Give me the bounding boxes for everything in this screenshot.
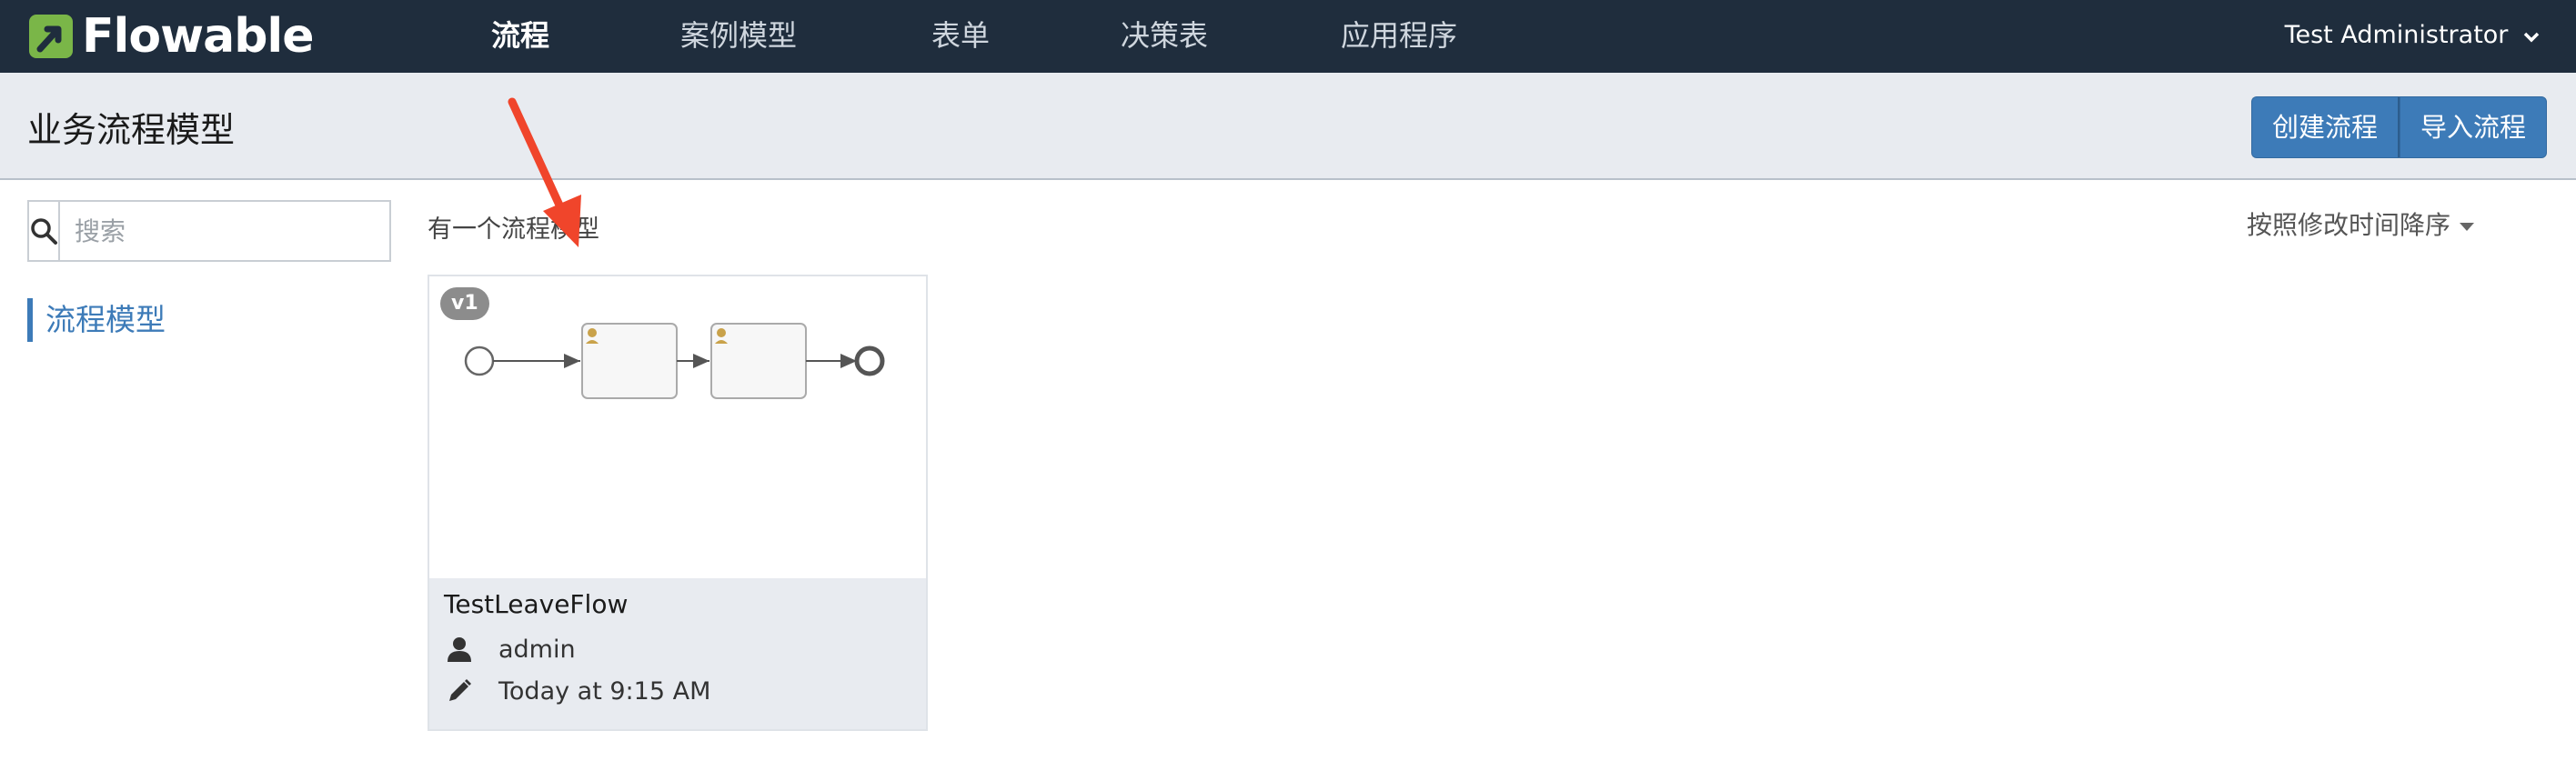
user-menu[interactable]: Test Administrator: [2285, 0, 2540, 73]
flowable-logo-icon: [29, 15, 73, 58]
version-badge: v1: [440, 287, 489, 320]
page-title: 业务流程模型: [27, 110, 236, 150]
header-button-group: 创建流程 导入流程: [2250, 96, 2547, 158]
nav-tab-forms[interactable]: 表单: [931, 0, 990, 73]
sidebar-item-process-models[interactable]: 流程模型: [27, 298, 166, 342]
model-modified-row: Today at 9:15 AM: [444, 673, 710, 709]
chevron-down-icon: [2523, 25, 2540, 48]
model-card-info: TestLeaveFlow admin Today at 9:15 AM: [429, 578, 926, 729]
search-box: [27, 200, 394, 262]
nav-tab-apps[interactable]: 应用程序: [1341, 0, 1457, 73]
search-input[interactable]: [60, 202, 394, 260]
user-task-2-shape: [710, 323, 807, 399]
page-header: 业务流程模型 创建流程 导入流程: [0, 73, 2576, 180]
nav-tab-decision-tables[interactable]: 决策表: [1121, 0, 1208, 73]
search-icon[interactable]: [29, 202, 60, 260]
end-event-shape: [854, 345, 885, 376]
nav-tab-process[interactable]: 流程: [491, 0, 549, 73]
sort-dropdown[interactable]: 按照修改时间降序: [2247, 205, 2474, 242]
model-thumbnail[interactable]: v1: [429, 276, 926, 578]
model-count-text: 有一个流程模型: [428, 215, 599, 244]
model-owner: admin: [498, 635, 576, 664]
logo-text: Flowable: [82, 9, 315, 64]
pencil-icon: [444, 676, 475, 706]
bpmn-diagram-preview: [464, 323, 885, 399]
start-event-shape: [464, 345, 495, 376]
model-card[interactable]: v1 TestLeaveFlow admin Today at 9:15 AM: [428, 275, 928, 731]
nav-tab-case-models[interactable]: 案例模型: [680, 0, 797, 73]
sort-label: 按照修改时间降序: [2246, 210, 2450, 240]
top-navbar: Flowable 流程 案例模型 表单 决策表 应用程序 Test Admini…: [0, 0, 2576, 73]
user-icon: [444, 634, 475, 665]
model-modified-time: Today at 9:15 AM: [498, 676, 711, 706]
caret-down-icon: [2460, 222, 2474, 231]
flowable-logo[interactable]: Flowable: [27, 9, 315, 64]
import-process-button[interactable]: 导入流程: [2399, 96, 2547, 158]
create-process-button[interactable]: 创建流程: [2250, 96, 2400, 158]
model-owner-row: admin: [444, 631, 576, 667]
model-name: TestLeaveFlow: [444, 589, 629, 619]
user-task-1-shape: [581, 323, 678, 399]
user-name: Test Administrator: [2284, 21, 2509, 49]
